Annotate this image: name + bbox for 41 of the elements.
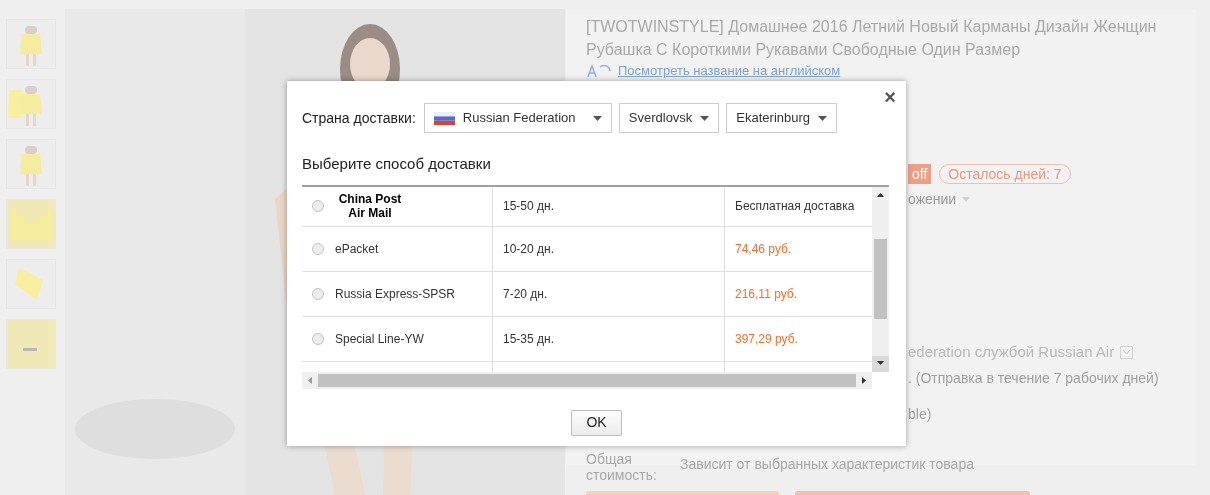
- delivery-time: 15-35 дн.: [503, 330, 554, 348]
- horizontal-scrollbar[interactable]: [302, 371, 872, 389]
- delivery-time: 10-20 дн.: [503, 240, 554, 258]
- availability-text: ble): [908, 404, 932, 424]
- scroll-down-icon[interactable]: [876, 361, 885, 366]
- country-label: Страна доставки:: [302, 108, 416, 128]
- carrier-name: Russia Express-SPSR: [335, 285, 456, 303]
- dropdown[interactable]: Sverdlovsk: [618, 103, 720, 133]
- carrier-name: Special Line-YW: [335, 330, 424, 348]
- flag-icon: [433, 111, 455, 125]
- product-title: [TWOTWINSTYLE] Домашнее 2016 Летний Новый Карманы Дизайн Женщин Рубашка С Короткими Рукавами Свободные Один Размер: [586, 17, 1158, 60]
- caret-icon: [962, 197, 971, 202]
- shipping-price: 74,46 руб.: [735, 240, 792, 258]
- total-value: Зависит от выбранных характеристик товара: [680, 454, 974, 474]
- shipping-price: Бесплатная доставка: [735, 198, 855, 215]
- dropdown[interactable]: Russian Federation: [423, 103, 612, 133]
- dropdown[interactable]: Ekaterinburg: [726, 103, 838, 133]
- radio-button[interactable]: [312, 332, 324, 345]
- caret-icon: [818, 115, 828, 121]
- shipping-price: 216,11 руб.: [735, 285, 798, 303]
- shipping-method-text: ederation службой Russian Air: [908, 342, 1115, 362]
- translate-icon: [586, 63, 612, 79]
- dispatch-note: . (Отправка в течение 7 рабочих дней): [908, 368, 1159, 388]
- caret-icon: [700, 115, 710, 121]
- shipping-price: 397,29 руб.: [735, 330, 798, 348]
- discount-badge: off: [908, 164, 932, 184]
- section-heading: Выберите способ доставки: [302, 154, 492, 174]
- carrier-name: ePacket: [335, 240, 379, 258]
- vertical-scrollbar[interactable]: [872, 186, 889, 372]
- caret-icon: [592, 115, 602, 121]
- total-label: Общая стоимость:: [586, 450, 658, 483]
- radio-button[interactable]: [312, 200, 324, 212]
- carrier-logo-text: China Post Air Mail: [337, 192, 403, 220]
- chevron-icon[interactable]: [1120, 345, 1134, 359]
- radio-button[interactable]: [312, 287, 324, 300]
- radio-button[interactable]: [312, 242, 324, 255]
- delivery-time: 15-50 дн.: [503, 198, 554, 215]
- delivery-time: 7-20 дн.: [503, 285, 548, 303]
- installment-text: ожении: [908, 190, 957, 209]
- ok-button[interactable]: OK: [571, 409, 622, 436]
- close-button[interactable]: ×: [884, 87, 896, 107]
